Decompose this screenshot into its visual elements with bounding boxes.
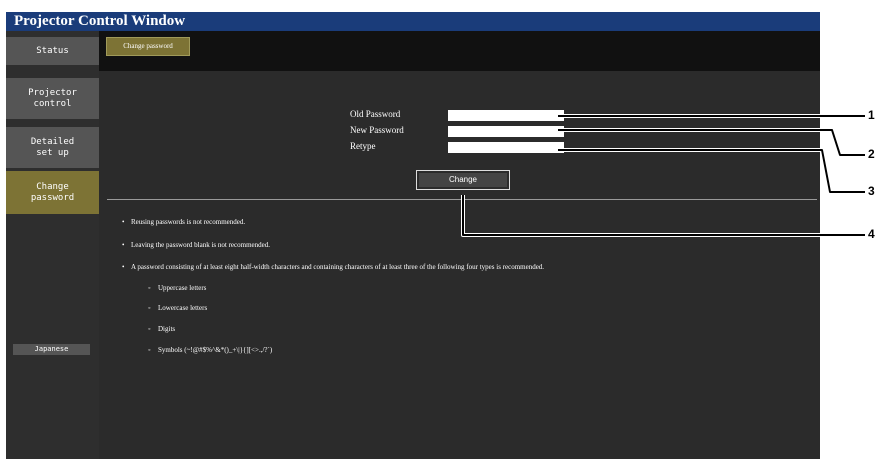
- callout-lines: [461, 114, 865, 237]
- callout-4: 4: [868, 227, 875, 241]
- callout-2: 2: [868, 147, 875, 161]
- callout-1: 1: [868, 108, 875, 122]
- callout-3: 3: [868, 184, 875, 198]
